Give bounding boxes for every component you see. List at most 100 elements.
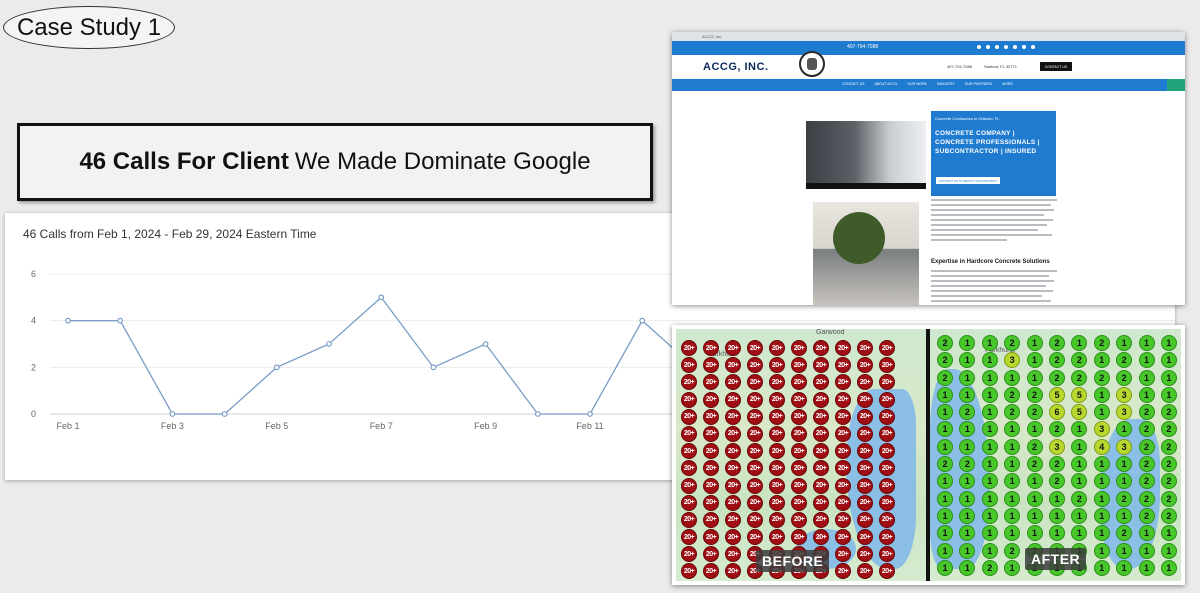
rank-pin: 20+ bbox=[813, 477, 829, 494]
data-point[interactable] bbox=[639, 317, 646, 324]
x-tick-label: Feb 1 bbox=[56, 421, 79, 431]
rank-pin: 2 bbox=[1138, 473, 1155, 490]
rank-pin: 1 bbox=[1138, 525, 1155, 542]
rank-pin: 1 bbox=[1004, 490, 1021, 507]
rank-pin: 20+ bbox=[769, 425, 785, 442]
rank-pin: 20+ bbox=[879, 546, 895, 563]
x-tick-label: Feb 5 bbox=[265, 421, 288, 431]
rank-pin: 20+ bbox=[769, 494, 785, 511]
header-address: Sanford, FL 32771 bbox=[984, 64, 1017, 69]
x-tick-label: Feb 3 bbox=[161, 421, 184, 431]
rank-pin: 20+ bbox=[835, 391, 851, 408]
rank-pin: 1 bbox=[1116, 473, 1133, 490]
data-point[interactable] bbox=[482, 341, 489, 347]
rank-pin: 3 bbox=[1116, 386, 1133, 403]
rank-pin: 20+ bbox=[703, 443, 719, 460]
rank-pin: 20+ bbox=[791, 408, 807, 425]
rank-pin: 20+ bbox=[725, 477, 741, 494]
video-thumbnail[interactable] bbox=[806, 121, 926, 189]
browser-tab-title: ACCG, Inc. bbox=[702, 34, 723, 39]
nav-item[interactable]: OUR PARTNERS bbox=[965, 82, 993, 86]
rank-pin: 20+ bbox=[703, 391, 719, 408]
contact-button[interactable]: CONTACT US bbox=[1040, 62, 1072, 71]
rank-pin: 2 bbox=[1160, 438, 1177, 455]
data-point[interactable] bbox=[117, 317, 124, 324]
rank-pin: 1 bbox=[1093, 456, 1110, 473]
search-icon[interactable] bbox=[1167, 79, 1185, 91]
x-tick-label: Feb 7 bbox=[370, 421, 393, 431]
rank-pin: 2 bbox=[1138, 507, 1155, 524]
rank-pin: 1 bbox=[959, 335, 976, 351]
rank-pin: 20+ bbox=[791, 391, 807, 408]
rank-pin: 1 bbox=[1160, 369, 1177, 386]
rank-pin: 20+ bbox=[725, 494, 741, 511]
data-point[interactable] bbox=[273, 364, 280, 371]
rank-pin: 20+ bbox=[747, 529, 763, 546]
rank-pin: 1 bbox=[1004, 473, 1021, 490]
nav-item[interactable]: ABOUT ACCG bbox=[874, 82, 897, 86]
rank-pin: 20+ bbox=[835, 477, 851, 494]
data-point[interactable] bbox=[534, 411, 541, 417]
x-tick-label: Feb 9 bbox=[474, 421, 497, 431]
data-point[interactable] bbox=[378, 294, 385, 301]
rank-pin: 1 bbox=[981, 352, 998, 369]
rank-pin: 2 bbox=[1026, 404, 1043, 421]
map-place-label: Garwood bbox=[816, 329, 845, 336]
rank-pin: 20+ bbox=[835, 529, 851, 546]
rank-pin: 2 bbox=[1116, 352, 1133, 369]
video-controls[interactable] bbox=[806, 183, 926, 189]
rank-pin: 2 bbox=[1160, 473, 1177, 490]
rank-pin: 1 bbox=[1026, 473, 1043, 490]
rank-pin: 20+ bbox=[879, 408, 895, 425]
rank-pin: 1 bbox=[959, 507, 976, 524]
rank-pin: 1 bbox=[1138, 369, 1155, 386]
data-point[interactable] bbox=[326, 341, 332, 347]
rank-pin: 20+ bbox=[681, 494, 697, 511]
rank-pin: 20+ bbox=[791, 477, 807, 494]
after-map: Parkhurst 211212121112113122121121111222… bbox=[930, 329, 1181, 581]
rank-pin: 20+ bbox=[769, 340, 785, 356]
rank-pin: 1 bbox=[1116, 456, 1133, 473]
y-tick-label: 4 bbox=[31, 316, 36, 326]
data-point[interactable] bbox=[65, 317, 71, 324]
rank-pin: 1 bbox=[1004, 438, 1021, 455]
hero-cta-button[interactable]: CONTACT US TO BEGIN YOUR PROJECT bbox=[936, 177, 1000, 184]
rank-pin: 20+ bbox=[747, 443, 763, 460]
rank-pin: 20+ bbox=[857, 477, 873, 494]
rank-pin: 2 bbox=[1138, 438, 1155, 455]
site-header: ACCG, INC. 407-794-7088 Sanford, FL 3277… bbox=[672, 51, 1185, 79]
nav-item[interactable]: INDUSTRY bbox=[937, 82, 955, 86]
rank-pin: 1 bbox=[981, 421, 998, 438]
rank-pin: 20+ bbox=[769, 477, 785, 494]
rank-pin: 1 bbox=[981, 507, 998, 524]
rank-pin: 20+ bbox=[857, 425, 873, 442]
site-nav: CONTACT US ABOUT ACCG OUR WORK INDUSTRY OUR … bbox=[672, 79, 1185, 91]
rank-pin: 20+ bbox=[725, 563, 741, 580]
rank-pin: 1 bbox=[1093, 559, 1110, 576]
top-phone: 407-794-7088 bbox=[847, 44, 879, 50]
rank-pin: 1 bbox=[937, 386, 953, 403]
rank-pin: 2 bbox=[1160, 490, 1177, 507]
rank-pin: 1 bbox=[1093, 352, 1110, 369]
nav-item[interactable]: MORE bbox=[1002, 82, 1013, 86]
data-point[interactable] bbox=[169, 411, 176, 417]
rank-pin: 2 bbox=[1093, 335, 1110, 351]
data-point[interactable] bbox=[221, 411, 228, 417]
rank-pin: 1 bbox=[959, 559, 976, 576]
data-point[interactable] bbox=[430, 364, 437, 371]
rank-pin: 2 bbox=[1071, 352, 1088, 369]
rank-pin: 2 bbox=[1071, 490, 1088, 507]
rank-pin: 1 bbox=[1138, 352, 1155, 369]
nav-item[interactable]: OUR WORK bbox=[907, 82, 927, 86]
nav-item[interactable]: CONTACT US bbox=[842, 82, 864, 86]
rank-pin: 2 bbox=[937, 352, 953, 369]
rank-pin: 5 bbox=[1071, 386, 1088, 403]
headline-banner: 46 Calls For Client We Made Dominate Goo… bbox=[17, 123, 653, 201]
data-point[interactable] bbox=[587, 411, 593, 417]
rank-pin: 20+ bbox=[703, 408, 719, 425]
rank-pin: 20+ bbox=[791, 494, 807, 511]
rank-pin: 20+ bbox=[681, 546, 697, 563]
rank-pin: 20+ bbox=[703, 563, 719, 580]
rank-pin: 20+ bbox=[857, 408, 873, 425]
rank-pin: 20+ bbox=[857, 391, 873, 408]
